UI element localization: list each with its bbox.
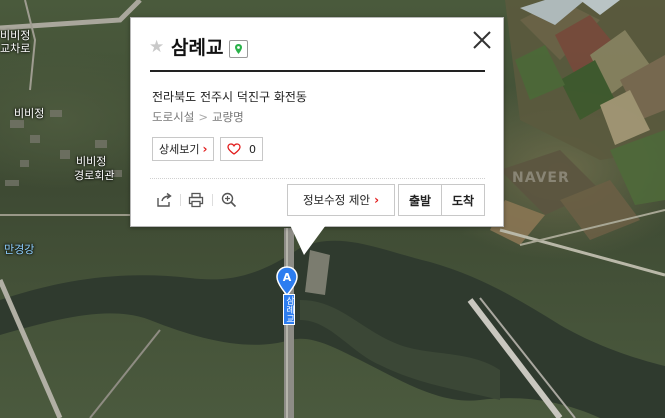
location-marker-a[interactable]: A xyxy=(276,266,298,296)
zoom-in-icon xyxy=(221,192,237,208)
close-icon xyxy=(473,31,491,49)
heart-icon xyxy=(227,143,241,155)
map-label-intersection-2: 교차로 xyxy=(0,42,31,55)
depart-button[interactable]: 출발 xyxy=(398,184,442,216)
print-icon xyxy=(188,192,204,208)
section-divider xyxy=(150,178,485,179)
share-button[interactable] xyxy=(155,191,173,209)
close-button[interactable] xyxy=(471,29,493,51)
chevron-right-icon: › xyxy=(202,142,208,156)
map-label-hall-2: 경로회관 xyxy=(74,169,115,182)
arrive-button[interactable]: 도착 xyxy=(441,184,485,216)
chevron-right-icon: › xyxy=(374,193,380,207)
green-pin-icon xyxy=(235,44,242,54)
place-address: 전라북도 전주시 덕진구 화전동 xyxy=(152,90,307,104)
map-pin-icon: A xyxy=(276,266,298,296)
category-sub: 교량명 xyxy=(211,110,244,124)
detail-view-label: 상세보기 xyxy=(159,143,200,156)
map-label-village: 비비정 xyxy=(14,107,45,120)
like-button[interactable]: 0 xyxy=(220,137,263,161)
popup-pointer xyxy=(290,225,326,255)
map-label-river: 만경강 xyxy=(4,243,35,256)
like-count: 0 xyxy=(249,142,256,156)
suggest-edit-button[interactable]: 정보수정 제안 › xyxy=(287,184,395,216)
title-divider xyxy=(150,70,485,72)
category-main: 도로시설 xyxy=(152,110,195,124)
star-icon[interactable]: ★ xyxy=(149,38,164,56)
toolbar-divider xyxy=(212,194,213,206)
share-icon xyxy=(157,192,172,207)
naver-watermark: NAVER xyxy=(512,170,570,186)
chevron-right-icon: > xyxy=(198,110,208,124)
marker-place-label: 삼례교 xyxy=(283,294,295,325)
detail-view-button[interactable]: 상세보기 › xyxy=(152,137,215,161)
place-category: 도로시설 > 교량명 xyxy=(152,109,244,125)
place-info-popup: ★ 삼례교 전라북도 전주시 덕진구 화전동 도로시설 > 교량명 상세보기 › 0 xyxy=(130,17,504,227)
toolbar-divider xyxy=(180,194,181,206)
zoom-in-button[interactable] xyxy=(220,191,238,209)
place-pin-badge xyxy=(229,40,248,58)
print-button[interactable] xyxy=(187,191,205,209)
suggest-edit-label: 정보수정 제안 xyxy=(302,193,371,207)
marker-letter: A xyxy=(283,271,292,284)
place-title: 삼례교 xyxy=(171,37,224,59)
